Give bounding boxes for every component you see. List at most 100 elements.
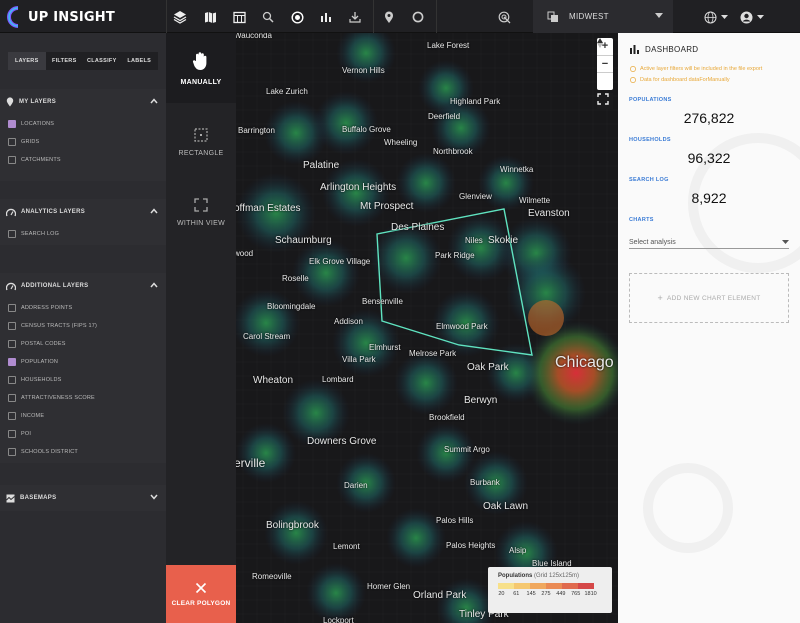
radar-icon[interactable] (496, 9, 512, 25)
compass-icon (597, 38, 603, 48)
region-selector[interactable]: MIDWEST (533, 0, 673, 33)
chevron-up-icon (150, 98, 158, 104)
layer-item-grids[interactable]: GRIDS (0, 133, 166, 151)
checkbox[interactable] (8, 322, 16, 330)
checkbox[interactable] (8, 430, 16, 438)
language-menu[interactable] (704, 9, 728, 25)
pin-icon[interactable] (381, 9, 397, 25)
map-place-label: Winnetka (500, 165, 534, 174)
download-icon[interactable] (347, 9, 363, 25)
analysis-select[interactable]: Select analysis (629, 236, 789, 249)
layer-item-search-log[interactable]: SEARCH LOG (0, 225, 166, 243)
zoom-out-button[interactable]: − (597, 56, 613, 74)
legend-tick: 20 (498, 591, 505, 597)
chevron-down-icon (150, 494, 158, 500)
dashboard-panel: DASHBOARD Active layer filters will be i… (618, 33, 800, 623)
map-place-label: Lemont (333, 542, 360, 551)
bar-chart-icon (630, 45, 639, 54)
basemap-icon (6, 494, 15, 502)
layer-item-income[interactable]: INCOME (0, 407, 166, 425)
chevron-up-icon (150, 208, 158, 214)
additional-layers-title: ADDITIONAL LAYERS (21, 283, 89, 289)
clear-polygon-button[interactable]: CLEAR POLYGON (166, 565, 236, 623)
expand-icon (597, 93, 609, 105)
layer-item-households[interactable]: HOUSEHOLDS (0, 371, 166, 389)
select-rectangle-button[interactable]: RECTANGLE (166, 107, 236, 177)
map-place-label: Arlington Heights (320, 182, 397, 193)
basemaps-section: BASEMAPS (0, 485, 166, 511)
select-manually-button[interactable]: MANUALLY (166, 33, 236, 103)
rectangle-select-icon (194, 127, 208, 142)
basemaps-header[interactable]: BASEMAPS (0, 485, 166, 511)
checkbox[interactable] (8, 156, 16, 164)
layer-item-address-points[interactable]: ADDRESS POINTS (0, 299, 166, 317)
map-canvas[interactable]: Wauconda Lake Forest Vernon Hills Lake Zuri… (236, 33, 618, 623)
additional-layers-header[interactable]: ADDITIONAL LAYERS (0, 273, 166, 299)
analytics-layers-header[interactable]: ANALYTICS LAYERS (0, 199, 166, 225)
background-ring (643, 463, 733, 553)
checkbox[interactable] (8, 448, 16, 456)
layer-item-schools-district[interactable]: SCHOOLS DISTRICT (0, 443, 166, 461)
map-place-label: Wheeling (384, 138, 418, 147)
select-within-view-button[interactable]: WITHIN VIEW (166, 177, 236, 247)
compass-button[interactable] (597, 38, 613, 90)
stat-label-search-log: SEARCH LOG (629, 177, 669, 183)
checkbox[interactable] (8, 340, 16, 348)
checkbox[interactable] (8, 412, 16, 420)
map-place-label: Deerfield (428, 112, 461, 121)
checkbox[interactable] (8, 394, 16, 402)
tab-filters[interactable]: FILTERS (46, 52, 84, 70)
map-place-label: Homer Glen (367, 582, 411, 591)
layer-item-attractiveness-score[interactable]: ATTRACTIVENESS SCORE (0, 389, 166, 407)
map-place-label: Carol Stream (243, 332, 291, 341)
account-menu[interactable] (740, 9, 764, 25)
checkbox-checked[interactable] (8, 120, 16, 128)
info-icon (630, 66, 636, 72)
layers-icon[interactable] (172, 9, 188, 25)
checkbox[interactable] (8, 138, 16, 146)
layer-item-locations[interactable]: LOCATIONS (0, 115, 166, 133)
map-place-label: Glenview (459, 192, 492, 201)
my-layers-header[interactable]: MY LAYERS (0, 89, 166, 115)
expand-map-button[interactable] (597, 93, 613, 109)
circle-icon[interactable] (410, 9, 426, 25)
layer-item-census-tracts[interactable]: CENSUS TRACTS (FIPS 17) (0, 317, 166, 335)
search-icon[interactable] (260, 9, 276, 25)
my-layers-title: MY LAYERS (19, 99, 57, 105)
map-place-label: Mt Prospect (360, 201, 414, 212)
legend-swatch (498, 583, 514, 589)
tab-layers[interactable]: LAYERS (8, 52, 46, 70)
map-icon[interactable] (202, 9, 218, 25)
close-icon (195, 582, 207, 593)
legend-swatch (530, 583, 546, 589)
analysis-select-placeholder: Select analysis (629, 238, 676, 246)
map-place-label: Des Plaines (391, 222, 445, 233)
target-icon[interactable] (289, 9, 305, 25)
app-logo[interactable]: UP INSIGHT (6, 5, 115, 29)
layer-item-postal-codes[interactable]: POSTAL CODES (0, 335, 166, 353)
map-place-label: Melrose Park (409, 349, 457, 358)
my-layers-section: MY LAYERS LOCATIONS GRIDS CATCHMENTS (0, 89, 166, 181)
checkbox[interactable] (8, 376, 16, 384)
map-place-label: Vernon Hills (342, 66, 385, 75)
add-chart-button[interactable]: + ADD NEW CHART ELEMENT (629, 273, 789, 323)
map-place-label: Wheaton (253, 375, 294, 386)
map-place-label: Roselle (282, 274, 309, 283)
stat-value-search-log: 8,922 (691, 190, 727, 206)
checkbox-checked[interactable] (8, 358, 16, 366)
user-icon (740, 11, 753, 23)
table-icon[interactable] (231, 9, 247, 25)
heatmap-layer (236, 33, 618, 623)
analytics-layers-section: ANALYTICS LAYERS SEARCH LOG (0, 199, 166, 245)
map-place-label: Orland Park (413, 590, 467, 601)
tab-classify[interactable]: CLASSIFY (83, 52, 121, 70)
tab-labels[interactable]: LABELS (121, 52, 159, 70)
stat-label-households: HOUSEHOLDS (629, 137, 671, 143)
layer-item-catchments[interactable]: CATCHMENTS (0, 151, 166, 169)
layer-item-population[interactable]: POPULATION (0, 353, 166, 371)
bar-chart-icon[interactable] (318, 9, 334, 25)
layer-item-poi[interactable]: POI (0, 425, 166, 443)
legend-title: Populations (498, 573, 533, 579)
checkbox[interactable] (8, 230, 16, 238)
checkbox[interactable] (8, 304, 16, 312)
